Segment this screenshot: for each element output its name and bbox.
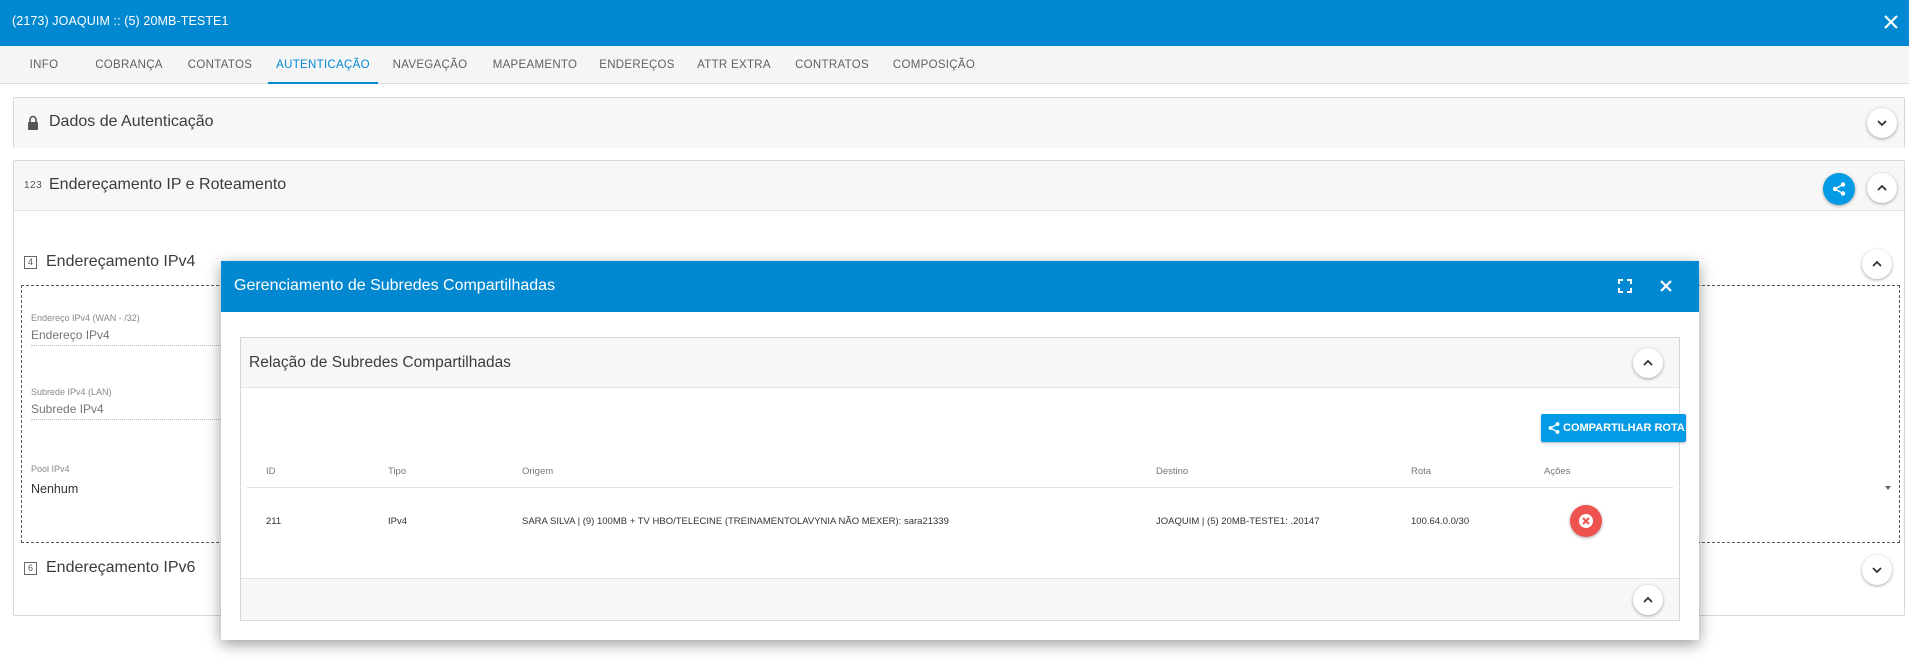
- tab-autenticacao[interactable]: AUTENTICAÇÃO: [268, 46, 378, 84]
- auth-panel-expand-button[interactable]: [1867, 108, 1897, 138]
- column-header-tipo: Tipo: [388, 466, 407, 477]
- shared-subnets-collapse-button[interactable]: [1633, 348, 1663, 378]
- column-header-destino: Destino: [1156, 466, 1189, 477]
- chevron-up-icon: [1872, 260, 1882, 267]
- tab-enderecos[interactable]: ENDEREÇOS: [598, 46, 676, 84]
- wan-ip-input[interactable]: [31, 324, 231, 346]
- shared-subnets-section: Relação de Subredes Compartilhadas COMPA…: [240, 337, 1686, 621]
- ipv4-icon: 4: [24, 256, 37, 269]
- cell-tipo: IPv4: [388, 516, 408, 527]
- shared-subnets-footer: [241, 578, 1679, 620]
- window-title: (2173) JOAQUIM :: (5) 20MB-TESTE1: [12, 14, 229, 28]
- tab-attr-extra[interactable]: ATTR EXTRA: [693, 46, 775, 84]
- column-header-rota: Rota: [1411, 466, 1432, 477]
- auth-panel-header[interactable]: Dados de Autenticação: [14, 98, 1904, 148]
- chevron-up-icon: [1643, 359, 1653, 366]
- pool-ipv4-label: Pool IPv4: [31, 464, 70, 474]
- share-route-button[interactable]: COMPARTILHAR ROTA: [1541, 414, 1686, 442]
- chevron-up-icon: [1643, 596, 1653, 603]
- cell-id: 211: [266, 516, 282, 527]
- window-titlebar: (2173) JOAQUIM :: (5) 20MB-TESTE1: [0, 0, 1909, 46]
- close-icon: [1660, 280, 1672, 292]
- ipv6-expand-button[interactable]: [1862, 555, 1892, 585]
- shared-subnets-modal: Gerenciamento de Subredes Compartilhadas…: [221, 261, 1699, 640]
- numbers-icon: 123: [24, 180, 43, 191]
- footer-collapse-button[interactable]: [1633, 585, 1663, 615]
- chevron-up-icon: [1877, 184, 1887, 191]
- chevron-down-icon: [1885, 486, 1891, 490]
- tab-contatos[interactable]: CONTATOS: [183, 46, 257, 84]
- ip-routing-panel-title: Endereçamento IP e Roteamento: [49, 176, 287, 193]
- auth-panel: Dados de Autenticação: [13, 97, 1905, 148]
- ipv6-section-label: Endereçamento IPv6: [46, 559, 196, 576]
- table-header-divider: [247, 487, 1673, 488]
- column-header-origem: Origem: [522, 466, 554, 477]
- ipv4-section-title: 4 Endereçamento IPv4: [24, 253, 195, 271]
- cell-destino: JOAQUIM | (5) 20MB-TESTE1: .20147: [1156, 516, 1320, 527]
- lan-subnet-input[interactable]: [31, 398, 231, 420]
- tab-composicao[interactable]: COMPOSIÇÃO: [889, 46, 979, 84]
- ipv6-section-title: 6 Endereçamento IPv6: [24, 559, 195, 577]
- ipv4-section-label: Endereçamento IPv4: [46, 253, 196, 270]
- ipv4-collapse-button[interactable]: [1862, 249, 1892, 279]
- column-header-id: ID: [266, 466, 276, 477]
- window-close-button[interactable]: [1879, 10, 1903, 34]
- delete-route-button[interactable]: [1570, 505, 1602, 537]
- auth-panel-title: Dados de Autenticação: [49, 113, 214, 130]
- remove-circle-icon: [1579, 514, 1593, 528]
- share-subnet-button[interactable]: [1823, 173, 1855, 205]
- lock-icon: [24, 114, 42, 132]
- tab-navegacao[interactable]: NAVEGAÇÃO: [388, 46, 472, 84]
- shared-subnets-section-header[interactable]: Relação de Subredes Compartilhadas: [241, 338, 1679, 388]
- ipv6-icon: 6: [24, 562, 37, 575]
- close-icon: [1884, 15, 1898, 29]
- shared-subnets-section-title: Relação de Subredes Compartilhadas: [249, 354, 511, 371]
- cell-rota: 100.64.0.0/30: [1411, 516, 1470, 527]
- modal-header: Gerenciamento de Subredes Compartilhadas: [221, 261, 1699, 312]
- tab-mapeamento[interactable]: MAPEAMENTO: [488, 46, 582, 84]
- share-icon: [1548, 422, 1560, 434]
- modal-title: Gerenciamento de Subredes Compartilhadas: [234, 277, 556, 294]
- column-header-acoes: Ações: [1544, 466, 1571, 477]
- tab-info[interactable]: INFO: [20, 46, 68, 84]
- fullscreen-icon: [1618, 279, 1632, 293]
- modal-close-button[interactable]: [1657, 277, 1675, 295]
- tab-cobranca[interactable]: COBRANÇA: [88, 46, 170, 84]
- chevron-down-icon: [1877, 120, 1887, 127]
- modal-maximize-button[interactable]: [1616, 277, 1634, 295]
- ip-routing-collapse-button[interactable]: [1867, 173, 1897, 203]
- wan-ip-label: Endereço IPv4 (WAN - /32): [31, 313, 140, 323]
- share-icon: [1832, 182, 1846, 196]
- cell-origem: SARA SILVA | (9) 100MB + TV HBO/TELECINE…: [522, 516, 949, 527]
- tab-contratos[interactable]: CONTRATOS: [791, 46, 873, 84]
- share-route-label: COMPARTILHAR ROTA: [1563, 422, 1685, 434]
- lan-subnet-label: Subrede IPv4 (LAN): [31, 387, 112, 397]
- ip-routing-panel-header[interactable]: 123 Endereçamento IP e Roteamento: [14, 161, 1904, 211]
- chevron-down-icon: [1872, 567, 1882, 574]
- tab-bar: INFO COBRANÇA CONTATOS AUTENTICAÇÃO NAVE…: [0, 46, 1909, 84]
